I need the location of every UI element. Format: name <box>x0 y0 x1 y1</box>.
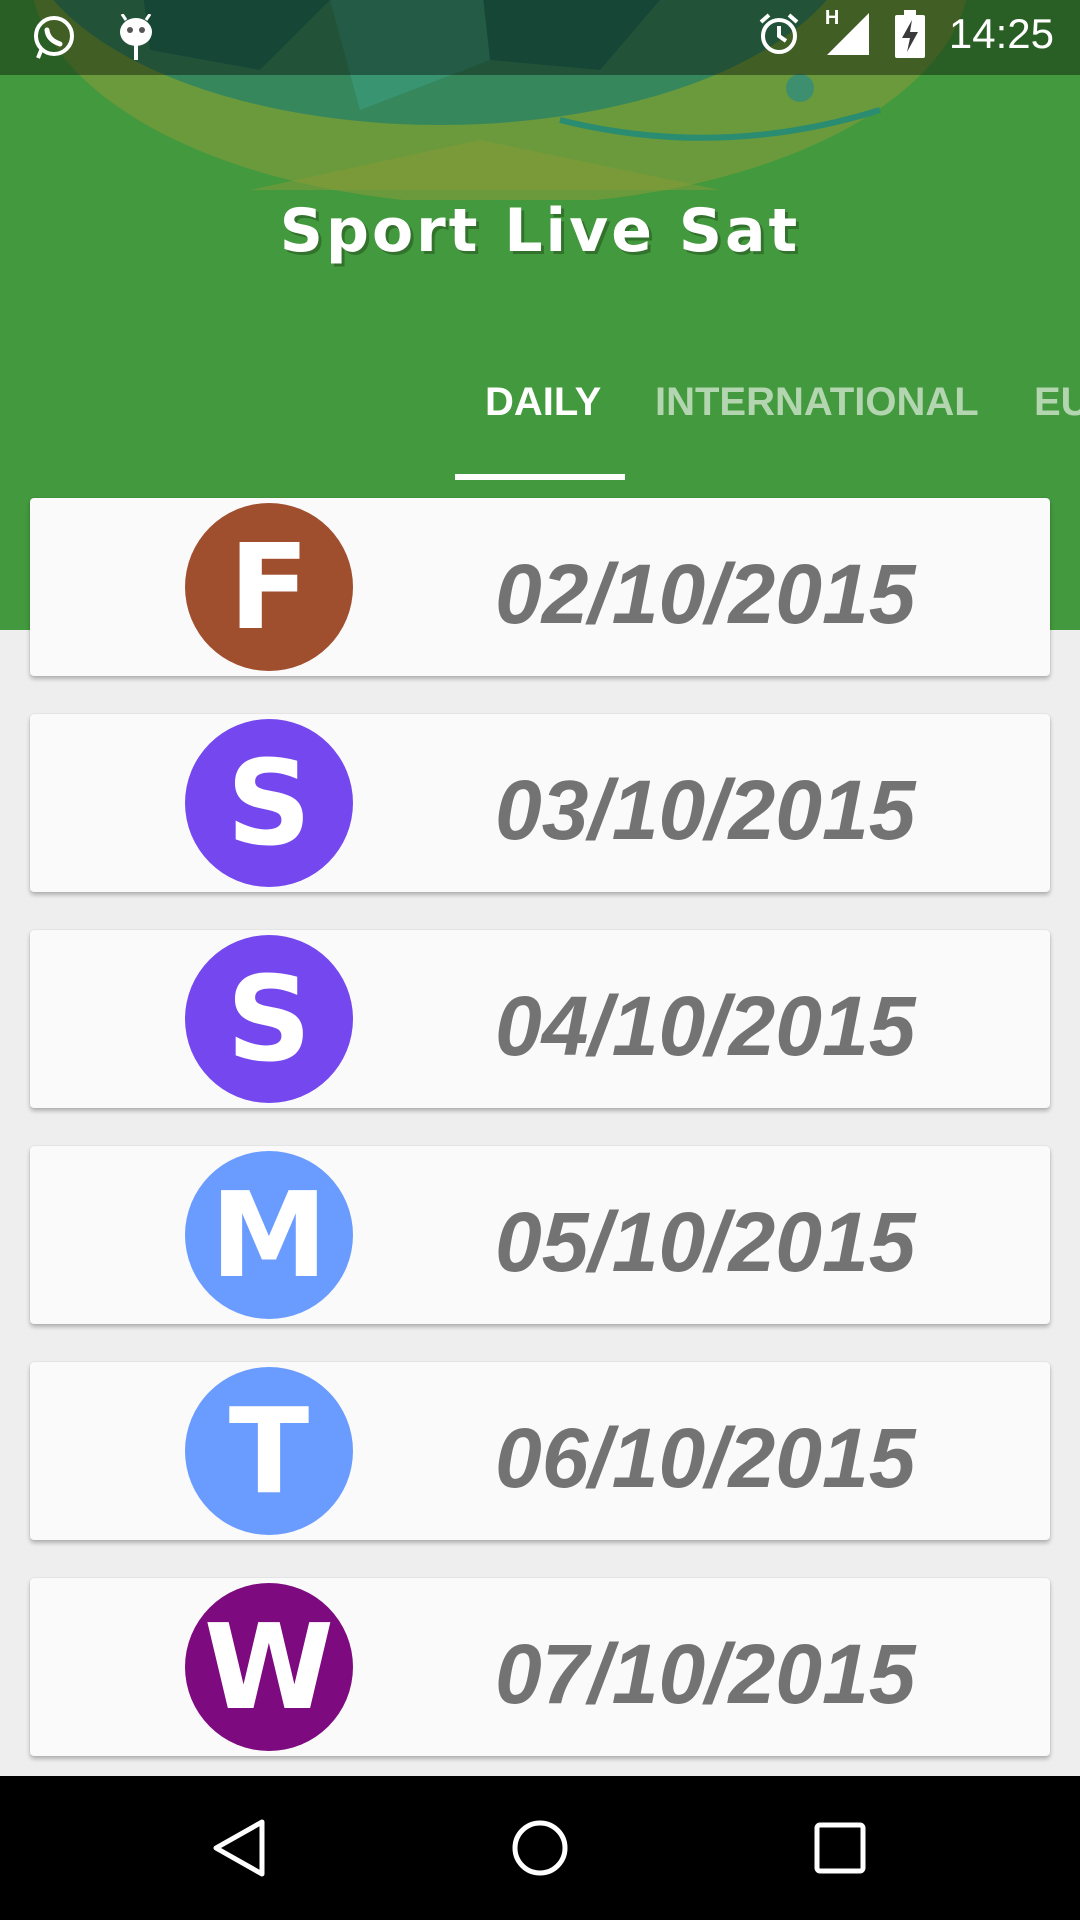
day-letter-badge: T <box>185 1367 353 1535</box>
status-time: 14:25 <box>948 10 1054 57</box>
day-card[interactable]: W 07/10/2015 <box>30 1578 1050 1756</box>
app-title: Sport Live Sat <box>279 196 801 266</box>
tab-bar: DAILY INTERNATIONAL EU <box>0 360 1080 480</box>
day-card[interactable]: F 02/10/2015 <box>30 498 1050 676</box>
tab-daily[interactable]: DAILY <box>485 380 601 425</box>
tab-international[interactable]: INTERNATIONAL <box>655 380 979 425</box>
day-card[interactable]: T 06/10/2015 <box>30 1362 1050 1540</box>
day-date: 05/10/2015 <box>495 1195 916 1289</box>
tab-eu[interactable]: EU <box>1034 380 1080 425</box>
alarm-icon <box>759 13 799 54</box>
whatsapp-icon <box>34 16 74 59</box>
status-bar: H 14:25 <box>0 0 1080 75</box>
recents-icon[interactable] <box>808 1816 872 1880</box>
day-letter-badge: W <box>185 1583 353 1751</box>
day-date: 07/10/2015 <box>495 1627 916 1721</box>
battery-charging-icon <box>894 10 925 58</box>
signal-icon: H <box>825 7 871 57</box>
day-letter-badge: S <box>185 719 353 887</box>
tab-indicator <box>455 474 625 480</box>
day-card[interactable]: S 03/10/2015 <box>30 714 1050 892</box>
day-letter-badge: S <box>185 935 353 1103</box>
day-date: 04/10/2015 <box>495 979 916 1073</box>
navigation-bar <box>0 1776 1080 1920</box>
day-card[interactable]: M 05/10/2015 <box>30 1146 1050 1324</box>
day-letter-badge: M <box>185 1151 353 1319</box>
day-letter-badge: F <box>185 503 353 671</box>
android-debug-icon <box>120 14 152 60</box>
day-date: 03/10/2015 <box>495 763 916 857</box>
day-card[interactable]: S 04/10/2015 <box>30 930 1050 1108</box>
day-date: 02/10/2015 <box>495 547 916 641</box>
day-date: 06/10/2015 <box>495 1411 916 1505</box>
home-icon[interactable] <box>508 1816 572 1880</box>
back-icon[interactable] <box>208 1816 272 1880</box>
